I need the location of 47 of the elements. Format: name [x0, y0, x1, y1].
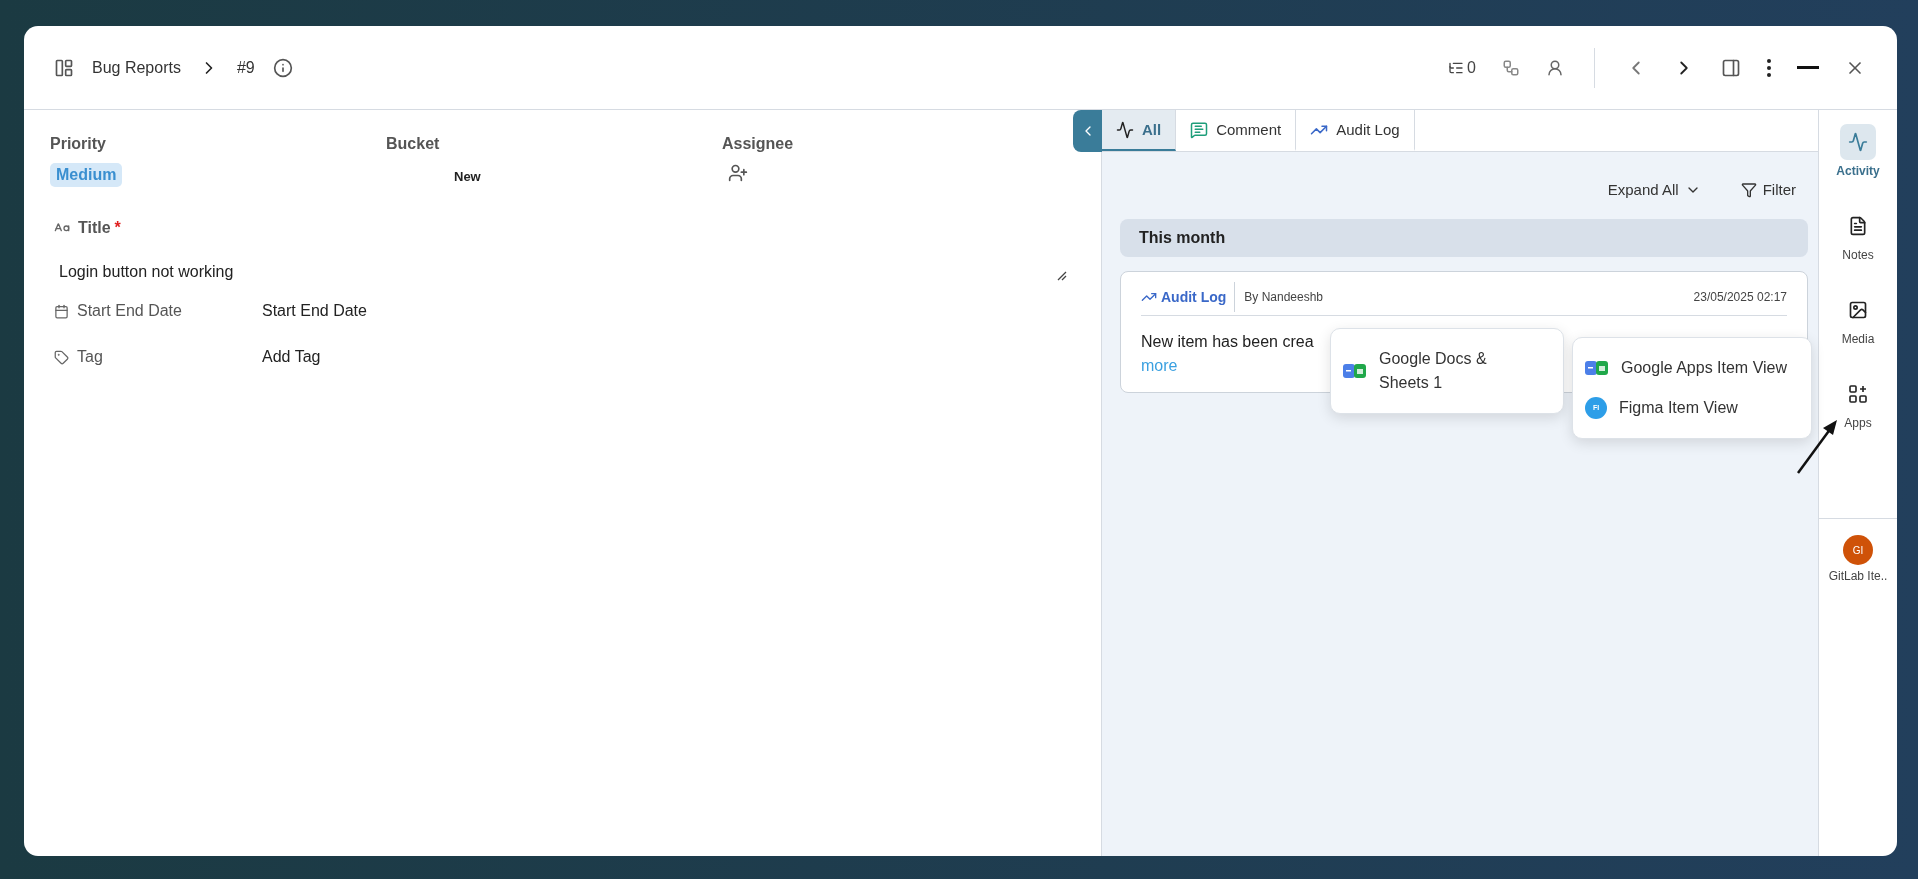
property-label: Tag — [77, 348, 103, 366]
entry-author: By Nandeeshb — [1244, 289, 1324, 304]
feed-filter-tab[interactable]: All — [1102, 110, 1177, 151]
field-label: Priority — [50, 135, 107, 153]
minimize-icon — [1797, 66, 1819, 69]
entry-type: Audit Log — [1141, 281, 1236, 312]
title-field[interactable]: Login button not working — [50, 237, 1075, 281]
item-number: #9 — [236, 58, 255, 77]
field-label: Bucket — [386, 135, 441, 153]
property-value[interactable]: Add Tag — [262, 348, 1075, 366]
workflow-icon — [1502, 58, 1520, 77]
group-header: This month — [1120, 219, 1808, 257]
notes-icon — [1848, 216, 1868, 236]
filter-button[interactable]: Filter — [1734, 180, 1802, 199]
calendar-icon — [54, 303, 69, 319]
app-menu-item[interactable]: Google Apps Item View — [1581, 348, 1803, 388]
app-menu-item[interactable]: Google Docs & Sheets 1 — [1339, 339, 1555, 403]
sidebar-tab[interactable]: Apps — [1840, 376, 1876, 430]
subitems-button[interactable]: 0 — [1444, 54, 1480, 81]
gitlab-app-button[interactable]: GI GitLab Ite.. — [1828, 535, 1888, 583]
breadcrumb-link[interactable]: Bug Reports — [92, 58, 181, 77]
sidebar-tab[interactable]: Notes — [1840, 208, 1876, 262]
image-icon — [1848, 300, 1868, 320]
activity-icon — [1116, 120, 1134, 139]
apps-icon — [1848, 384, 1868, 404]
more-icon — [1767, 58, 1771, 77]
property-label: Start End Date — [77, 302, 182, 320]
user-icon — [1546, 58, 1564, 77]
title-label: Title * — [78, 219, 121, 237]
tag-icon — [54, 349, 69, 365]
comment-icon — [1190, 120, 1209, 139]
side-panel-icon — [1721, 57, 1741, 78]
add-user-icon[interactable] — [728, 163, 748, 183]
sidebar-tab[interactable]: Media — [1840, 292, 1876, 346]
collapse-button[interactable] — [1073, 110, 1102, 152]
document-and-sheet-icon — [1585, 359, 1609, 377]
activity-icon — [1848, 132, 1868, 152]
entry-time: 23/05/2025 02:17 — [1693, 289, 1787, 304]
document-and-sheet-icon — [1343, 362, 1367, 380]
resize-handle-icon[interactable] — [1057, 271, 1067, 281]
expand-all-button[interactable]: Expand All — [1601, 180, 1707, 199]
info-icon[interactable] — [272, 57, 293, 78]
property-value[interactable]: Start End Date — [262, 302, 1075, 320]
bucket-value[interactable]: New — [454, 169, 481, 184]
filter-icon — [1740, 181, 1757, 198]
board-icon — [54, 57, 74, 78]
field-label: Assignee — [722, 135, 795, 153]
